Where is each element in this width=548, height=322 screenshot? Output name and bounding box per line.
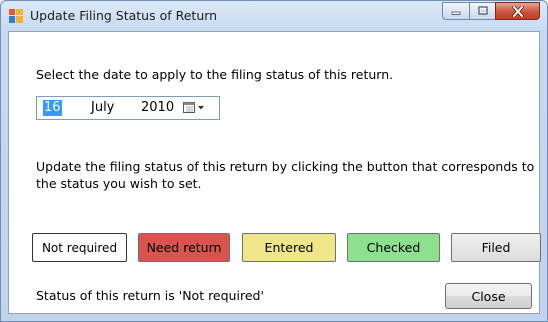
- date-picker[interactable]: 16 July 2010: [36, 96, 220, 120]
- close-icon: [511, 5, 524, 17]
- calendar-dropdown-icon: [183, 102, 204, 113]
- app-window-icon: [9, 9, 23, 23]
- window-title: Update Filing Status of Return: [30, 8, 218, 23]
- not-required-button[interactable]: Not required: [32, 233, 127, 262]
- caption-buttons: [442, 2, 540, 21]
- status-prompt-line2: the status you wish to set.: [36, 176, 202, 191]
- entered-button[interactable]: Entered: [242, 233, 336, 262]
- dialog-client-area: Select the date to apply to the filing s…: [8, 31, 541, 314]
- date-month-field[interactable]: July: [91, 100, 114, 116]
- date-prompt-label: Select the date to apply to the filing s…: [36, 67, 394, 82]
- need-return-button[interactable]: Need return: [138, 233, 230, 262]
- checked-button[interactable]: Checked: [347, 233, 440, 262]
- maximize-icon: [477, 6, 488, 15]
- minimize-icon: [451, 11, 461, 15]
- status-prompt-line1: Update the filing status of this return …: [36, 159, 535, 174]
- maximize-button[interactable]: [469, 2, 495, 20]
- title-bar[interactable]: Update Filing Status of Return: [1, 1, 547, 31]
- status-text: Status of this return is 'Not required': [36, 288, 264, 303]
- close-button[interactable]: Close: [445, 283, 532, 309]
- calendar-dropdown-button[interactable]: [183, 100, 213, 116]
- date-day-field[interactable]: 16: [43, 100, 62, 116]
- dialog-window: Update Filing Status of Return Select th…: [0, 0, 548, 322]
- date-year-field[interactable]: 2010: [141, 100, 174, 116]
- minimize-button[interactable]: [442, 2, 469, 20]
- close-window-button[interactable]: [495, 2, 540, 20]
- filed-button[interactable]: Filed: [451, 233, 541, 262]
